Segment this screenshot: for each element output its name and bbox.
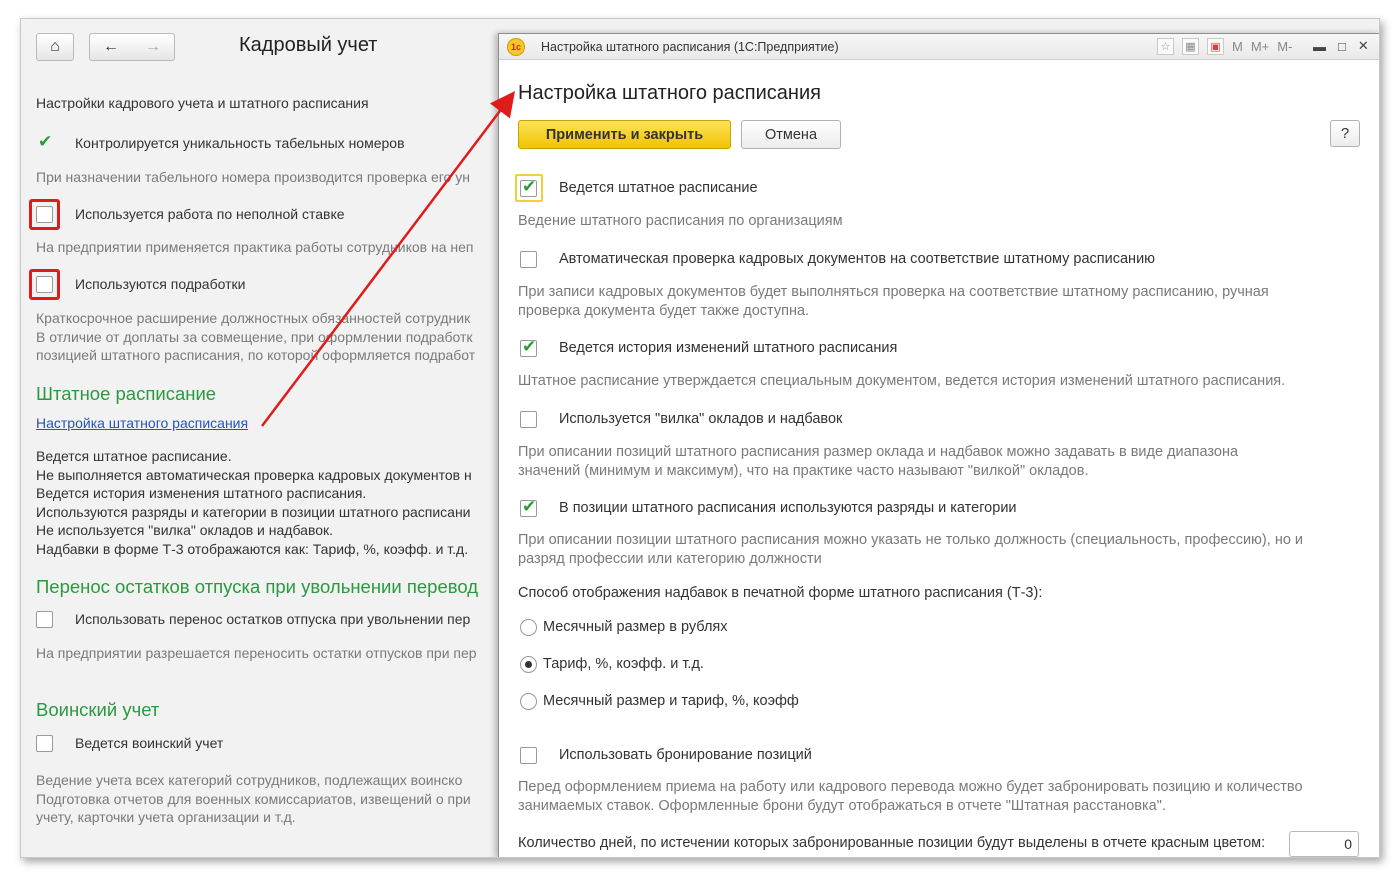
radio-monthly-and-tariff[interactable]: Месячный размер и тариф, %, коэфф — [520, 690, 799, 712]
checkbox-label: Используется "вилка" окладов и надбавок — [559, 411, 843, 427]
checkbox-icon[interactable] — [36, 734, 53, 752]
checkbox-checked-icon[interactable] — [520, 177, 537, 197]
days-label: Количество дней, по истечении которых за… — [518, 835, 1266, 851]
checkbox-unique-numbers[interactable]: Контролируется уникальность табельных но… — [36, 132, 405, 154]
radio-tariff[interactable]: Тариф, %, коэфф. и т.д. — [520, 653, 704, 675]
radio-monthly-rub[interactable]: Месячный размер в рублях — [520, 616, 728, 638]
minimize-icon[interactable]: ▬ — [1313, 39, 1326, 54]
radio-label: Месячный размер и тариф, %, коэфф — [543, 693, 799, 709]
checkbox-salary-fork[interactable]: Используется "вилка" окладов и надбавок — [520, 408, 842, 430]
memory-plus-button[interactable]: M+ — [1251, 39, 1269, 54]
dialog-heading: Настройка штатного расписания — [518, 82, 821, 104]
checkbox-label: Используются подработки — [75, 276, 246, 292]
checkbox-auto-check[interactable]: Автоматическая проверка кадровых докумен… — [520, 248, 1155, 270]
section-staff-schedule: Штатное расписание — [36, 383, 217, 404]
hint-4: При описании позиций штатного расписания… — [518, 444, 1239, 479]
hint-unique: При назначении табельного номера произво… — [36, 169, 470, 185]
staff-settings-link[interactable]: Настройка штатного расписания — [36, 415, 248, 431]
favorite-icon[interactable]: ☆ — [1157, 38, 1174, 55]
hint-part-time: На предприятии применяется практика рабо… — [36, 239, 474, 255]
staff-summary: Ведется штатное расписание. Не выполняет… — [36, 448, 472, 557]
hint-6: Перед оформлением приема на работу или к… — [518, 779, 1303, 814]
maximize-icon[interactable]: □ — [1338, 39, 1346, 54]
checkbox-icon[interactable] — [36, 275, 53, 293]
memory-minus-button[interactable]: M- — [1277, 39, 1292, 54]
checkbox-icon[interactable] — [520, 746, 537, 764]
checkbox-icon[interactable] — [36, 205, 53, 223]
forward-arrow-icon[interactable]: → — [145, 38, 161, 56]
checkbox-history[interactable]: Ведется история изменений штатного распи… — [520, 337, 897, 359]
window-title: Настройка штатного расписания (1С:Предпр… — [541, 39, 839, 54]
hint-side-jobs: Краткосрочное расширение должностных обя… — [36, 310, 476, 363]
checkbox-label: Контролируется уникальность табельных но… — [75, 135, 405, 151]
radio-label: Месячный размер в рублях — [543, 619, 728, 635]
staff-schedule-dialog: 1с Настройка штатного расписания (1С:Пре… — [498, 33, 1379, 857]
checkbox-checked-icon[interactable] — [520, 497, 537, 517]
checkbox-label: Использовать перенос остатков отпуска пр… — [75, 611, 471, 627]
checkbox-label: Использовать бронирование позиций — [559, 747, 812, 763]
section-vacation-transfer: Перенос остатков отпуска при увольнении … — [36, 576, 479, 597]
nav-history: ← → — [89, 33, 175, 61]
radio-selected-icon[interactable] — [520, 655, 537, 673]
checkbox-icon[interactable] — [36, 610, 53, 628]
home-button[interactable]: ⌂ — [36, 33, 74, 61]
checkbox-label: Автоматическая проверка кадровых докумен… — [559, 251, 1156, 267]
cancel-button[interactable]: Отмена — [741, 120, 841, 149]
checkbox-label: Ведется воинский учет — [75, 735, 224, 751]
memory-button[interactable]: M — [1232, 39, 1243, 54]
checkbox-staff-schedule[interactable]: Ведется штатное расписание — [520, 177, 758, 199]
page-title: Кадровый учет — [239, 34, 378, 56]
checkbox-side-jobs[interactable]: Используются подработки — [36, 273, 245, 295]
checkbox-checked-icon[interactable] — [520, 337, 537, 357]
checkbox-icon[interactable] — [520, 250, 537, 268]
apply-and-close-button[interactable]: Применить и закрыть — [518, 120, 731, 149]
calendar-icon[interactable]: ▣ — [1207, 38, 1224, 55]
checkbox-military[interactable]: Ведется воинский учет — [36, 732, 223, 754]
hr-settings-form: ⌂ ← → Кадровый учет Настройки кадрового … — [21, 19, 501, 857]
checkbox-icon[interactable] — [520, 410, 537, 428]
hint-military: Ведение учета всех категорий сотрудников… — [36, 772, 471, 825]
radio-icon[interactable] — [520, 618, 537, 636]
hint-5: При описании позиции штатного расписания… — [518, 532, 1304, 567]
hint-1: Ведение штатного расписания по организац… — [518, 213, 843, 229]
hint-vacation: На предприятии разрешается переносить ос… — [36, 645, 477, 661]
hint-3: Штатное расписание утверждается специаль… — [518, 373, 1286, 389]
checkbox-label: Используется работа по неполной ставке — [75, 206, 345, 222]
radio-label: Тариф, %, коэфф. и т.д. — [543, 656, 704, 672]
checkbox-grades[interactable]: В позиции штатного расписания используют… — [520, 497, 1017, 519]
window-titlebar: 1с Настройка штатного расписания (1С:Пре… — [499, 34, 1379, 60]
section-military: Воинский учет — [36, 699, 160, 720]
close-icon[interactable]: ✕ — [1358, 38, 1369, 54]
checkbox-part-time[interactable]: Используется работа по неполной ставке — [36, 203, 345, 225]
checkbox-label: В позиции штатного расписания используют… — [559, 500, 1017, 516]
app-logo-icon: 1с — [507, 37, 525, 56]
calculator-icon[interactable]: ▦ — [1182, 38, 1199, 55]
checkbox-vacation-transfer[interactable]: Использовать перенос остатков отпуска пр… — [36, 608, 470, 630]
back-arrow-icon[interactable]: ← — [103, 38, 119, 56]
radio-icon[interactable] — [520, 692, 537, 710]
screenshot-frame: ⌂ ← → Кадровый учет Настройки кадрового … — [20, 18, 1380, 858]
display-mode-label: Способ отображения надбавок в печатной ф… — [518, 585, 1043, 601]
checkbox-checked-icon[interactable] — [36, 132, 53, 152]
checkbox-label: Ведется штатное расписание — [559, 180, 758, 196]
days-input[interactable]: 0 — [1289, 831, 1359, 857]
hint-2: При записи кадровых документов будет вып… — [518, 284, 1269, 319]
home-icon: ⌂ — [50, 38, 60, 55]
settings-label: Настройки кадрового учета и штатного рас… — [36, 95, 369, 111]
help-button[interactable]: ? — [1330, 120, 1360, 147]
checkbox-booking[interactable]: Использовать бронирование позиций — [520, 744, 812, 766]
checkbox-label: Ведется история изменений штатного распи… — [559, 340, 898, 356]
